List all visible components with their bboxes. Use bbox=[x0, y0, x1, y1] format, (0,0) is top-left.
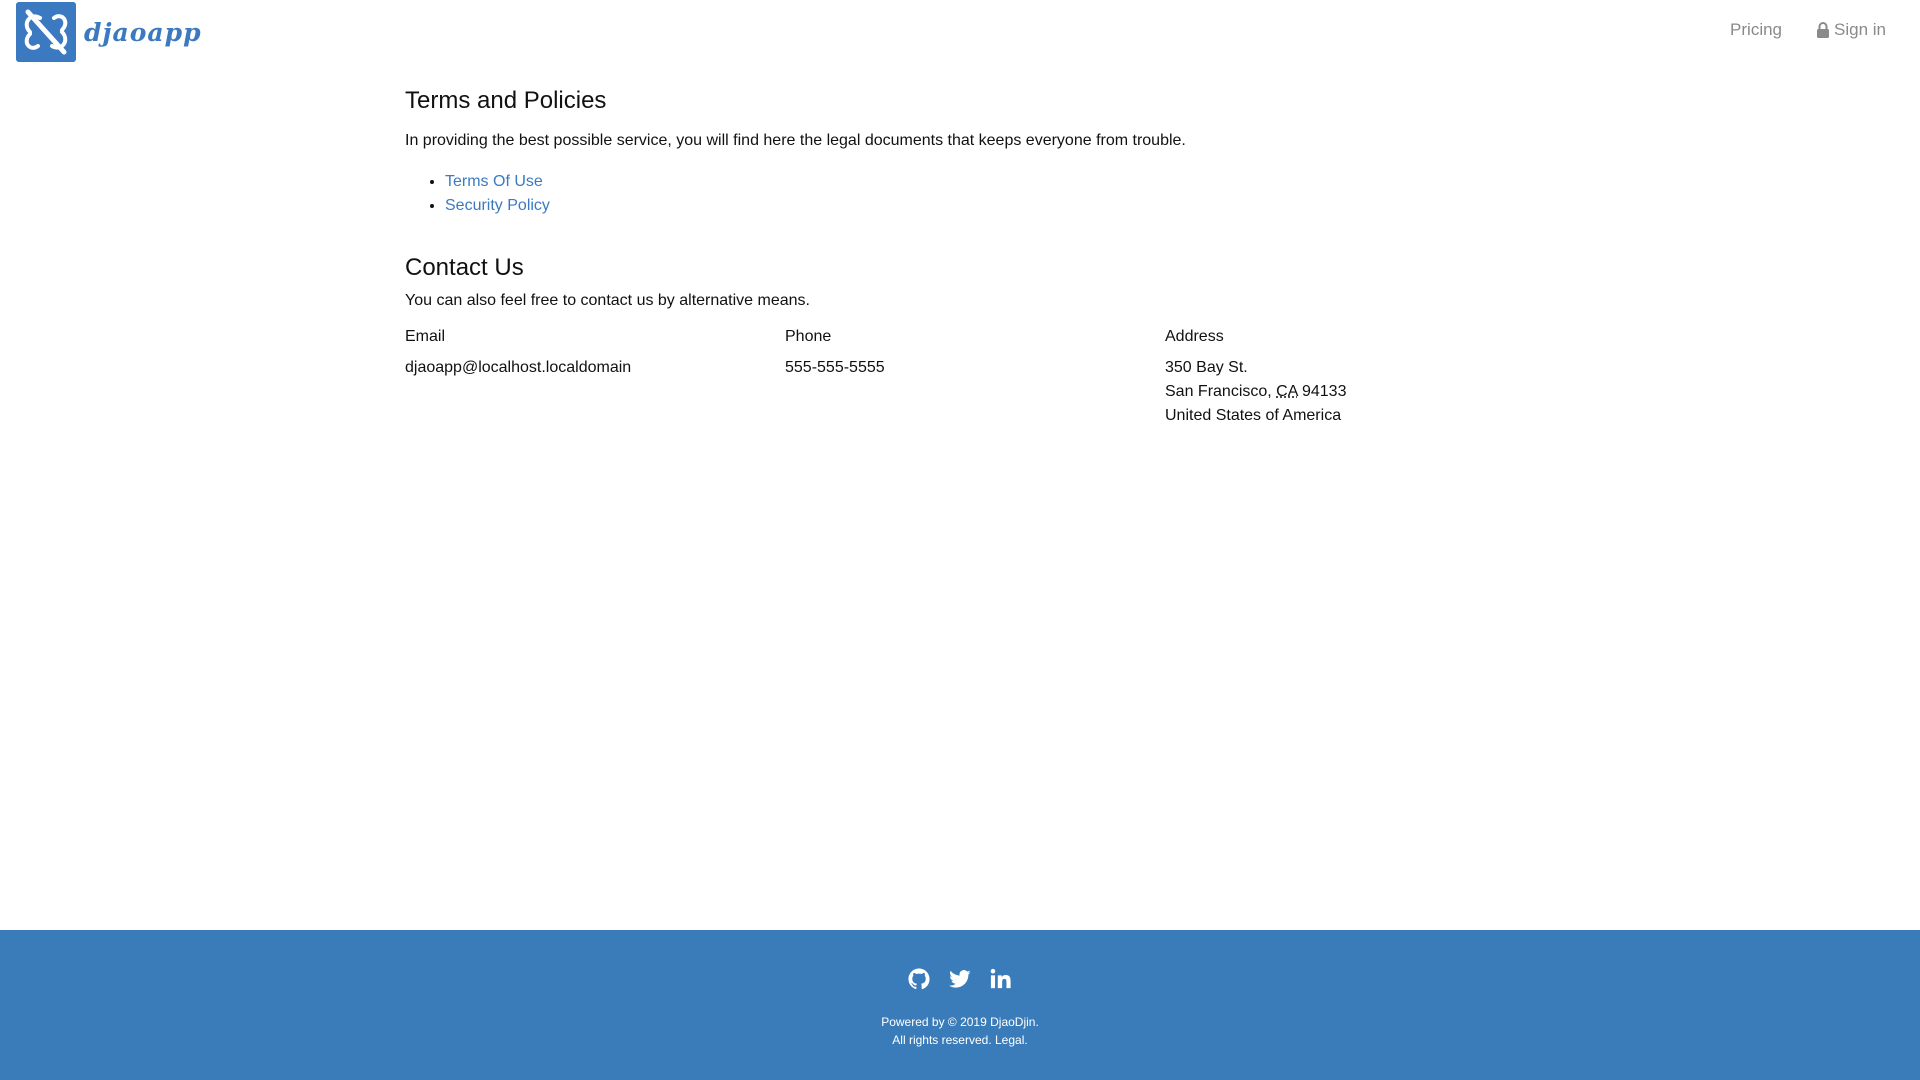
contact-grid: Email djaoapp@localhost.localdomain Phon… bbox=[405, 326, 1545, 428]
contact-section: Contact Us You can also feel free to con… bbox=[405, 253, 1545, 428]
rights-line: All rights reserved. Legal. bbox=[0, 1031, 1920, 1049]
email-value: djaoapp@localhost.localdomain bbox=[405, 359, 632, 376]
legal-link[interactable]: Legal. bbox=[995, 1033, 1028, 1047]
lock-icon bbox=[1817, 21, 1830, 38]
address-label: Address bbox=[1165, 328, 1224, 345]
brand-name: djaoapp bbox=[84, 17, 202, 47]
twitter-link[interactable] bbox=[949, 968, 971, 990]
footer: Powered by © 2019 DjaoDjin. All rights r… bbox=[0, 930, 1920, 1080]
security-policy-link[interactable]: Security Policy bbox=[445, 197, 550, 214]
navbar: djaoapp Pricing Sign in bbox=[0, 0, 1920, 64]
nav-sign-in-link[interactable]: Sign in bbox=[1816, 20, 1886, 40]
rights-text: All rights reserved. bbox=[892, 1033, 992, 1047]
djaoapp-logo-icon bbox=[16, 2, 76, 62]
phone-value: 555-555-5555 bbox=[785, 359, 885, 376]
sign-in-label: Sign in bbox=[1834, 20, 1886, 39]
terms-title: Terms and Policies bbox=[405, 87, 607, 114]
address-city-line: San Francisco, CA 94133 bbox=[1165, 380, 1545, 404]
social-links bbox=[0, 968, 1920, 990]
github-icon bbox=[908, 968, 930, 990]
contact-intro: You can also feel free to contact us by … bbox=[405, 292, 810, 309]
contact-title: Contact Us bbox=[405, 254, 524, 281]
list-item: Terms Of Use bbox=[445, 170, 1545, 194]
legal-documents-list: Terms Of Use Security Policy bbox=[405, 170, 1545, 218]
linkedin-link[interactable] bbox=[990, 968, 1012, 990]
address-city: San Francisco, bbox=[1165, 383, 1272, 400]
terms-intro: In providing the best possible service, … bbox=[405, 132, 1186, 149]
contact-address-column: Address 350 Bay St. San Francisco, CA 94… bbox=[1165, 326, 1545, 428]
top-nav: Pricing Sign in bbox=[1730, 20, 1886, 40]
footer-text: Powered by © 2019 DjaoDjin. All rights r… bbox=[0, 1013, 1920, 1049]
contact-email-column: Email djaoapp@localhost.localdomain bbox=[405, 326, 785, 428]
twitter-icon bbox=[949, 970, 971, 988]
github-link[interactable] bbox=[908, 968, 930, 990]
address-value: 350 Bay St. San Francisco, CA 94133 Unit… bbox=[1165, 356, 1545, 428]
terms-section: Terms and Policies In providing the best… bbox=[405, 86, 1545, 218]
address-region: CA bbox=[1276, 383, 1298, 400]
phone-label: Phone bbox=[785, 328, 832, 345]
main-content: Terms and Policies In providing the best… bbox=[405, 86, 1545, 428]
linkedin-icon bbox=[990, 968, 1011, 989]
page: djaoapp Pricing Sign in Terms and Polici… bbox=[0, 0, 1920, 1080]
address-country: United States of America bbox=[1165, 407, 1342, 424]
nav-pricing-link[interactable]: Pricing bbox=[1730, 20, 1782, 40]
list-item: Security Policy bbox=[445, 194, 1545, 218]
contact-phone-column: Phone 555-555-5555 bbox=[785, 326, 1165, 428]
brand-home-link[interactable]: djaoapp bbox=[16, 2, 202, 62]
address-street: 350 Bay St. bbox=[1165, 359, 1248, 376]
terms-of-use-link[interactable]: Terms Of Use bbox=[445, 173, 543, 190]
address-postal: 94133 bbox=[1301, 383, 1347, 400]
powered-by-text: Powered by © 2019 DjaoDjin. bbox=[881, 1015, 1039, 1029]
email-label: Email bbox=[405, 328, 446, 345]
